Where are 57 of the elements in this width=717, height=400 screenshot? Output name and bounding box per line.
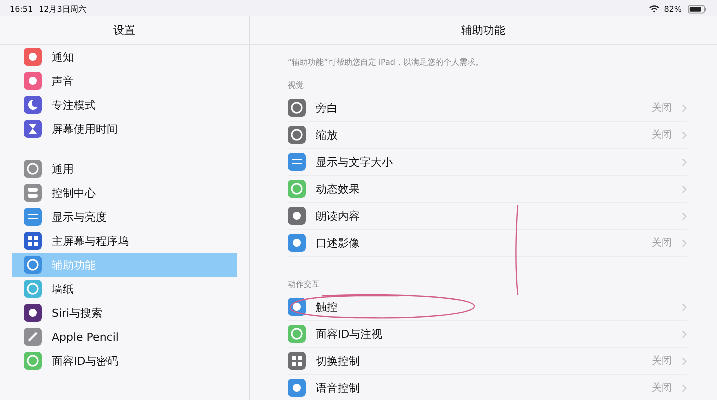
row-label: 切换控制 xyxy=(316,354,361,368)
settings-row[interactable]: 显示与文字大小 xyxy=(288,149,687,176)
row-value: 关闭 xyxy=(652,354,672,368)
row-value: 关闭 xyxy=(652,382,672,395)
sidebar-item[interactable]: Siri与搜索 xyxy=(12,301,237,325)
row-value: 关闭 xyxy=(652,236,672,250)
chevron-icon xyxy=(682,302,687,312)
chevron-icon xyxy=(682,212,687,220)
sidebar-item[interactable]: 通知 xyxy=(12,45,237,69)
sidebar-item[interactable]: 主屏幕与程序坞 xyxy=(12,229,237,253)
settings-row[interactable]: 朗读内容 xyxy=(288,203,687,230)
wifi-icon xyxy=(649,5,660,13)
page-title: 辅助功能 xyxy=(250,16,717,45)
sidebar-item[interactable]: 控制中心 xyxy=(12,181,237,205)
settings-row[interactable]: 切换控制 关闭 xyxy=(288,348,687,375)
chevron-icon xyxy=(682,356,687,366)
sidebar-title: 设置 xyxy=(0,16,249,45)
section-header: 视觉 xyxy=(288,80,305,91)
chevron-icon xyxy=(682,238,687,248)
row-label: 触控 xyxy=(316,300,339,314)
sidebar-item[interactable]: 显示与亮度 xyxy=(12,205,237,229)
row-label: 旁白 xyxy=(316,100,339,116)
settings-row[interactable]: 语音控制 关闭 xyxy=(288,375,687,400)
row-label: 显示与文字大小 xyxy=(316,154,394,170)
row-label: 朗读内容 xyxy=(316,208,361,224)
row-value: 关闭 xyxy=(652,102,672,115)
sidebar-item[interactable]: 通用 xyxy=(12,157,237,181)
sidebar-item[interactable]: 屏幕使用时间 xyxy=(12,117,237,141)
settings-row[interactable]: 口述影像 关闭 xyxy=(288,230,687,257)
section-header: 动作交互 xyxy=(288,279,321,290)
chevron-icon xyxy=(682,184,687,194)
row-label: 缩放 xyxy=(316,128,339,142)
description-text: “辅助功能”可帮助您自定 iPad，以满足您的个人需求。 xyxy=(288,57,484,68)
sidebar-item[interactable]: 墙纸 xyxy=(12,277,237,301)
battery-icon xyxy=(688,4,707,14)
row-value: 关闭 xyxy=(652,128,672,142)
status-date: 12月3日周六 xyxy=(39,4,86,14)
row-label: 口述影像 xyxy=(316,236,361,250)
status-time: 16:51 xyxy=(10,4,34,14)
chevron-icon xyxy=(682,104,687,112)
row-label: 动态效果 xyxy=(316,182,361,196)
chevron-icon xyxy=(682,384,687,392)
chevron-icon xyxy=(682,330,687,338)
settings-row[interactable]: 面容ID与注视 xyxy=(288,321,687,348)
row-label: 语音控制 xyxy=(316,380,361,396)
settings-row[interactable]: 缩放 关闭 xyxy=(288,122,687,149)
row-label: 面容ID与注视 xyxy=(316,326,384,342)
battery-percent: 82% xyxy=(664,4,682,14)
settings-row[interactable]: 触控 xyxy=(288,294,687,321)
settings-row[interactable]: 动态效果 xyxy=(288,176,687,203)
chevron-icon xyxy=(682,130,687,140)
sidebar-item[interactable]: 专注模式 xyxy=(12,93,237,117)
settings-row[interactable]: 旁白 关闭 xyxy=(288,95,687,122)
chevron-icon xyxy=(682,158,687,166)
sidebar-item[interactable]: 面容ID与密码 xyxy=(12,349,237,373)
sidebar-item[interactable]: Apple Pencil xyxy=(12,325,237,349)
sidebar-item[interactable]: 声音 xyxy=(12,69,237,93)
